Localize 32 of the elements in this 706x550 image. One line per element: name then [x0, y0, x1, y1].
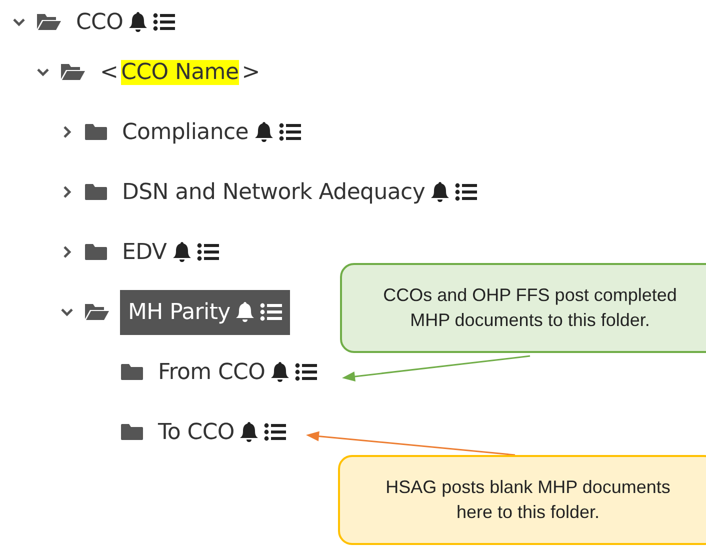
bell-icon[interactable]: [430, 181, 450, 203]
bell-icon[interactable]: [239, 421, 260, 443]
callout-note: CCOs and OHP FFS post completed MHP documents to this folder.: [340, 263, 706, 353]
tree-item[interactable]: To CCO: [154, 414, 290, 450]
tree-item[interactable]: From CCO: [154, 354, 322, 390]
tree-item[interactable]: Compliance: [118, 114, 304, 150]
bell-icon[interactable]: [235, 301, 256, 323]
folder-icon: [84, 122, 108, 142]
list-icon[interactable]: [278, 122, 300, 142]
tree-item[interactable]: CCO: [72, 4, 180, 40]
tree-item[interactable]: <CCO Name>: [96, 54, 264, 90]
bell-icon[interactable]: [254, 121, 274, 143]
list-icon[interactable]: [295, 362, 318, 382]
tree-item[interactable]: MH Parity: [120, 290, 290, 334]
list-icon[interactable]: [196, 242, 219, 262]
tree-item[interactable]: EDV: [118, 234, 223, 270]
list-icon[interactable]: [153, 12, 176, 32]
callout-note: HSAG posts blank MHP documents here to this folder.: [338, 455, 706, 545]
bell-icon[interactable]: [172, 241, 192, 263]
list-icon[interactable]: [260, 302, 282, 322]
tree-item[interactable]: DSN and Network Adequacy: [118, 174, 482, 210]
folder-icon: [120, 362, 144, 382]
bell-icon[interactable]: [270, 361, 290, 383]
bell-icon[interactable]: [128, 11, 148, 33]
open-folder-icon: [60, 62, 86, 82]
open-folder-icon: [36, 12, 62, 32]
open-folder-icon: [84, 302, 110, 322]
list-icon[interactable]: [264, 422, 286, 442]
list-icon[interactable]: [455, 182, 478, 202]
folder-icon: [120, 422, 144, 442]
folder-icon: [84, 182, 108, 202]
folder-icon: [84, 242, 108, 262]
